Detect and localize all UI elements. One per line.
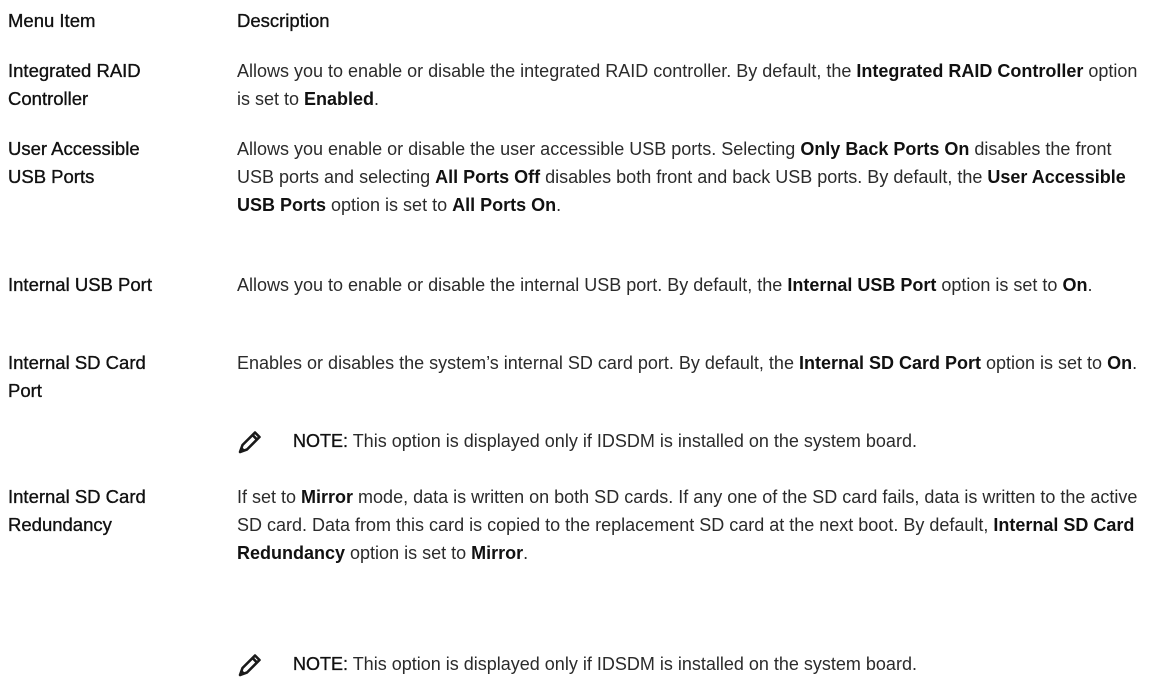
option-name: Only Back Ports On	[800, 139, 970, 159]
term-line: Port	[8, 380, 42, 401]
menu-item-term: Integrated RAID Controller	[8, 57, 198, 113]
option-name: Integrated RAID Controller	[856, 61, 1084, 81]
description-text: .	[523, 543, 529, 563]
option-name: On	[1107, 353, 1133, 373]
description-text: Allows you to enable or disable the inte…	[237, 61, 857, 81]
note-callout: NOTE: This option is displayed only if I…	[237, 650, 1149, 680]
term-line: Controller	[8, 88, 89, 109]
term-line: Internal SD Card	[8, 352, 146, 373]
description-text: .	[1132, 353, 1138, 373]
term-line: Redundancy	[8, 514, 112, 535]
menu-item-term: User Accessible USB Ports	[8, 135, 198, 191]
note-label: NOTE:	[293, 654, 349, 674]
option-name: On	[1062, 275, 1088, 295]
note-text: NOTE: This option is displayed only if I…	[293, 650, 917, 678]
description-text: Enables or disables the system’s interna…	[237, 353, 799, 373]
description-text: option is set to	[981, 353, 1108, 373]
note-label: NOTE:	[293, 431, 349, 451]
option-name: All Ports Off	[435, 167, 541, 187]
note-body: This option is displayed only if IDSDM i…	[348, 654, 917, 674]
description-text: option is set to	[936, 275, 1063, 295]
column-header-menu-item: Menu Item	[8, 10, 96, 31]
option-name: Enabled	[304, 89, 375, 109]
option-name: Internal SD Card Port	[798, 353, 981, 373]
description-text: .	[556, 195, 562, 215]
table-header: Menu Item Description	[0, 7, 1156, 37]
note-text: NOTE: This option is displayed only if I…	[293, 427, 917, 455]
menu-item-term: Internal SD Card Port	[8, 349, 198, 405]
note-callout: NOTE: This option is displayed only if I…	[237, 427, 1149, 457]
description-text: option is set to	[326, 195, 453, 215]
menu-item-term: Internal SD Card Redundancy	[8, 483, 198, 539]
note-body: This option is displayed only if IDSDM i…	[348, 431, 917, 451]
term-line: USB Ports	[8, 166, 95, 187]
term-line: Internal USB Port	[8, 274, 152, 295]
option-name: Mirror	[301, 487, 354, 507]
table-row: Internal USB Port Allows you to enable o…	[0, 271, 1156, 331]
table-row: Internal SD Card Port Enables or disable…	[0, 349, 1156, 409]
term-line: User Accessible	[8, 138, 140, 159]
term-line: Internal SD Card	[8, 486, 146, 507]
table-row: User Accessible USB Ports Allows you ena…	[0, 135, 1156, 255]
menu-item-description: Allows you to enable or disable the inte…	[237, 271, 1149, 299]
menu-item-description: Enables or disables the system’s interna…	[237, 349, 1149, 377]
column-header-description: Description	[237, 10, 330, 31]
description-text: disables both front and back USB ports. …	[540, 167, 988, 187]
description-text: .	[374, 89, 380, 109]
description-text: If set to	[237, 487, 302, 507]
description-text: Allows you to enable or disable the inte…	[237, 275, 788, 295]
menu-item-description: Allows you to enable or disable the inte…	[237, 57, 1149, 113]
description-text: .	[1087, 275, 1093, 295]
description-text: Allows you enable or disable the user ac…	[237, 139, 801, 159]
term-line: Integrated RAID	[8, 60, 141, 81]
option-name: Mirror	[471, 543, 524, 563]
menu-item-description: If set to Mirror mode, data is written o…	[237, 483, 1149, 567]
table-row: Integrated RAID Controller Allows you to…	[0, 57, 1156, 117]
description-text: option is set to	[345, 543, 472, 563]
option-name: All Ports On	[452, 195, 557, 215]
table-row: Internal SD Card Redundancy If set to Mi…	[0, 483, 1156, 633]
menu-item-description: Allows you enable or disable the user ac…	[237, 135, 1149, 219]
option-name: Internal USB Port	[787, 275, 937, 295]
menu-item-term: Internal USB Port	[8, 271, 198, 299]
pencil-note-icon	[238, 431, 261, 454]
pencil-note-icon	[238, 654, 261, 677]
